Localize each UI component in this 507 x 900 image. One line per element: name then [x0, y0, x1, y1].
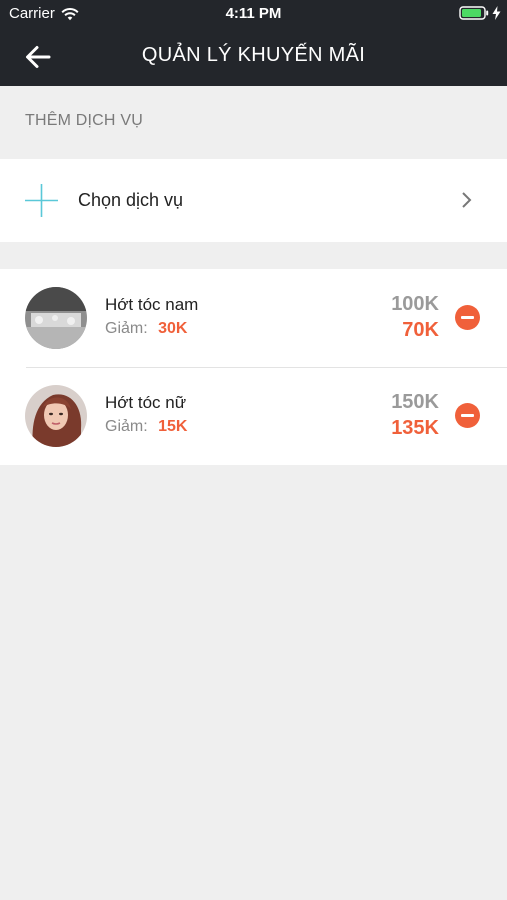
top-bar: Carrier 4:11 PM QUẢN LÝ KHUYẾN MÃI [0, 0, 507, 86]
remove-service-button[interactable] [455, 305, 480, 330]
service-item: Hớt tóc nam Giảm: 30K 100K 70K [0, 269, 507, 367]
status-bar: Carrier 4:11 PM [0, 0, 507, 28]
remove-service-button[interactable] [455, 403, 480, 428]
battery-indicator [459, 6, 501, 20]
nav-bar: QUẢN LÝ KHUYẾN MÃI [0, 28, 507, 86]
discount-info: Giảm: 30K [105, 320, 187, 338]
select-service-row[interactable]: Chọn dịch vụ [0, 159, 507, 242]
plus-icon [25, 184, 58, 217]
discount-label: Giảm: [105, 418, 148, 435]
service-list: Hớt tóc nam Giảm: 30K 100K 70K Hớt tóc n… [0, 269, 507, 465]
avatar [25, 287, 87, 349]
promo-price: 135K [391, 417, 439, 439]
avatar [25, 385, 87, 447]
discount-value: 30K [158, 320, 188, 337]
section-label-add-service: THÊM DỊCH VỤ [25, 112, 143, 129]
discount-value: 15K [158, 418, 188, 435]
discount-info: Giảm: 15K [105, 418, 187, 436]
page-title: QUẢN LÝ KHUYẾN MÃI [141, 44, 366, 66]
service-item: Hớt tóc nữ Giảm: 15K 150K 135K [0, 367, 507, 465]
promo-price: 70K [402, 319, 439, 341]
original-price: 150K [391, 391, 439, 413]
battery-icon [459, 6, 489, 20]
service-name: Hớt tóc nữ [105, 393, 187, 412]
status-time: 4:11 PM [225, 5, 282, 22]
discount-label: Giảm: [105, 320, 148, 337]
chevron-right-icon [462, 192, 472, 208]
select-service-label: Chọn dịch vụ [78, 190, 184, 210]
service-name: Hớt tóc nam [105, 295, 199, 314]
original-price: 100K [391, 293, 439, 315]
charging-bolt-icon [492, 6, 501, 20]
